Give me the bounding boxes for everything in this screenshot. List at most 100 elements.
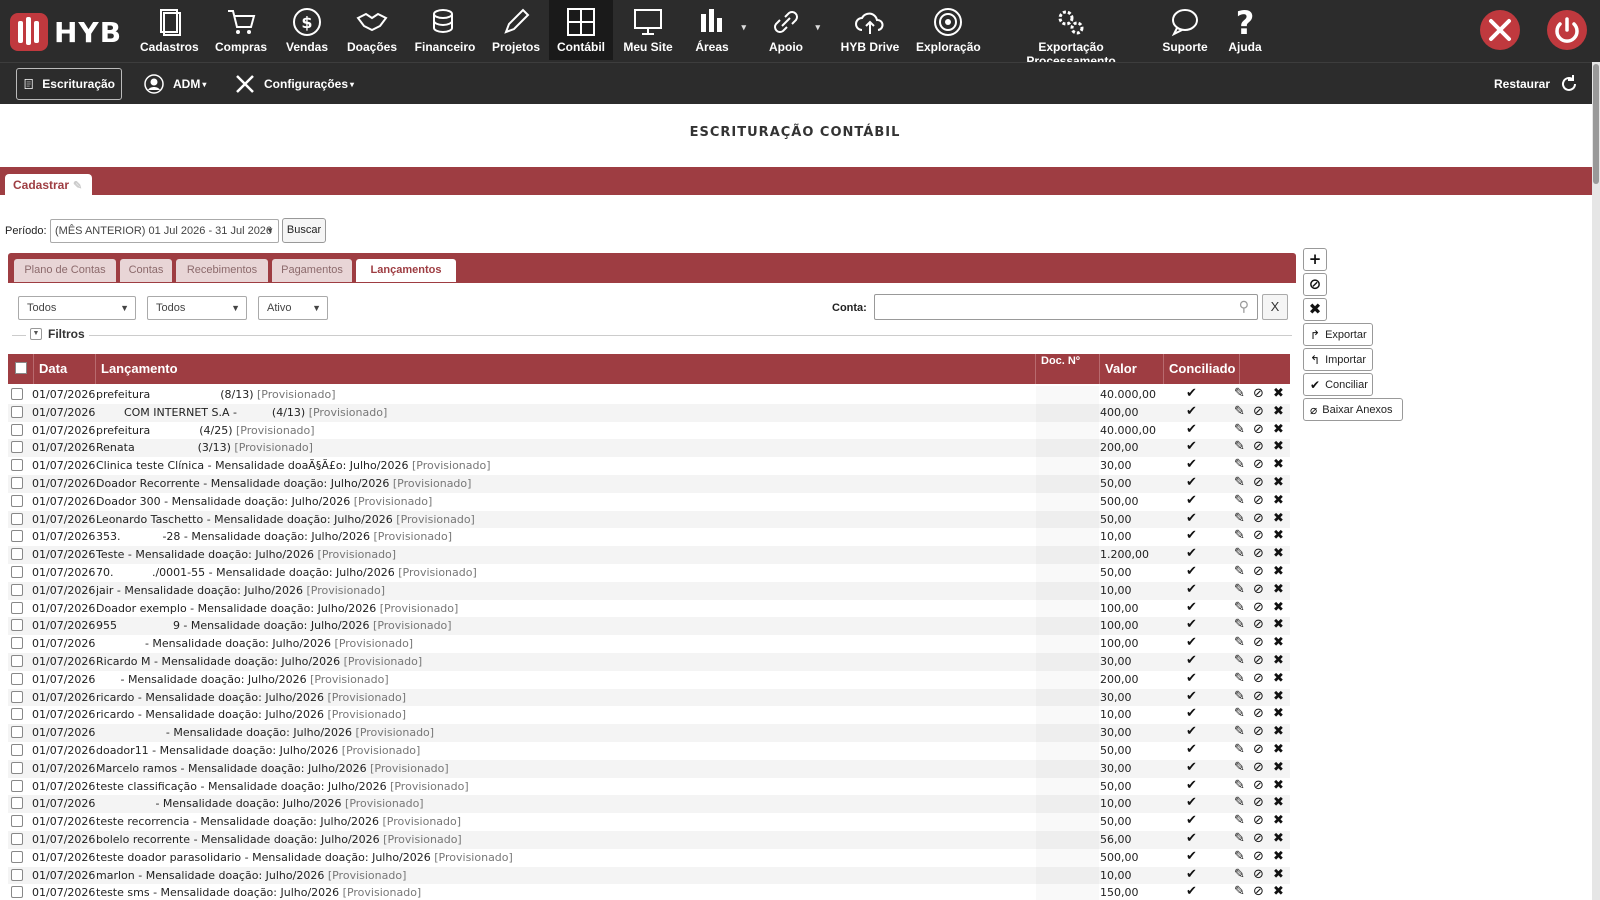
block-icon[interactable]: ⊘	[1253, 511, 1264, 526]
tab-lancamentos[interactable]: Lançamentos	[356, 259, 456, 282]
delete-icon[interactable]: ✖	[1273, 546, 1284, 561]
nav-projetos[interactable]: Projetos	[490, 0, 542, 60]
row-checkbox[interactable]	[11, 619, 23, 632]
delete-icon[interactable]: ✖	[1273, 724, 1284, 739]
tab-cadastrar[interactable]: Cadastrar ✎	[5, 174, 92, 196]
row-checkbox[interactable]	[11, 441, 23, 454]
table-row[interactable]: 01/07/2026 - Mensalidade doação: Julho/2…	[8, 635, 1290, 653]
nav-suporte[interactable]: Suporte	[1160, 0, 1210, 60]
th-doc[interactable]: Doc. Nº	[1036, 354, 1100, 384]
delete-icon[interactable]: ✖	[1273, 671, 1284, 686]
edit-icon[interactable]: ✎	[1234, 600, 1245, 615]
search-icon[interactable]: ⚲	[1239, 299, 1249, 315]
block-icon[interactable]: ⊘	[1253, 404, 1264, 419]
table-row[interactable]: 01/07/2026 Ricardo M - Mensalidade doação…	[8, 653, 1290, 671]
restaurar-button[interactable]: Restaurar	[1494, 68, 1580, 100]
edit-icon[interactable]: ✎	[1234, 475, 1245, 490]
block-icon[interactable]: ⊘	[1253, 813, 1264, 828]
edit-icon[interactable]: ✎	[1234, 653, 1245, 668]
table-row[interactable]: 01/07/2026 Teste - Mensalidade doação: Ju…	[8, 546, 1290, 564]
delete-icon[interactable]: ✖	[1273, 778, 1284, 793]
edit-icon[interactable]: ✎	[1234, 689, 1245, 704]
nav-contabil[interactable]: Contábil	[549, 0, 613, 60]
edit-icon[interactable]: ✎	[1234, 439, 1245, 454]
block-icon[interactable]: ⊘	[1253, 849, 1264, 864]
block-icon[interactable]: ⊘	[1253, 760, 1264, 775]
edit-icon[interactable]: ✎	[1234, 493, 1245, 508]
edit-icon[interactable]: ✎	[1234, 635, 1245, 650]
tab-contas[interactable]: Contas	[120, 259, 172, 282]
nav-hyb-drive[interactable]: HYB Drive	[838, 0, 902, 60]
table-row[interactable]: 01/07/2026 70. ./0001-55 - Mensalidade do…	[8, 564, 1290, 582]
delete-icon[interactable]: ✖	[1273, 884, 1284, 899]
delete-icon[interactable]: ✖	[1273, 600, 1284, 615]
block-icon[interactable]: ⊘	[1253, 653, 1264, 668]
row-checkbox[interactable]	[11, 815, 23, 828]
row-checkbox[interactable]	[11, 690, 23, 703]
row-checkbox[interactable]	[11, 548, 23, 561]
table-row[interactable]: 01/07/2026 Renata (3/13) [Provisionado] 20…	[8, 439, 1290, 458]
edit-icon[interactable]: ✎	[1234, 404, 1245, 419]
delete-icon[interactable]: ✖	[1273, 849, 1284, 864]
delete-icon[interactable]: ✖	[1273, 706, 1284, 721]
baixar-anexos-button[interactable]: ⌀ Baixar Anexos	[1303, 398, 1403, 421]
block-icon[interactable]: ⊘	[1253, 546, 1264, 561]
table-row[interactable]: 01/07/2026 ricardo - Mensalidade doação: …	[8, 688, 1290, 707]
delete-icon[interactable]: ✖	[1273, 867, 1284, 882]
edit-icon[interactable]: ✎	[1234, 849, 1245, 864]
th-lancamento[interactable]: Lançamento	[96, 354, 1036, 384]
table-row[interactable]: 01/07/2026 Clinica teste Clínica - Mensal…	[8, 457, 1290, 475]
row-checkbox[interactable]	[11, 868, 23, 881]
exportar-button[interactable]: ↱ Exportar	[1303, 323, 1373, 346]
table-row[interactable]: 01/07/2026 teste classificação - Mensalid…	[8, 778, 1290, 796]
row-checkbox[interactable]	[11, 779, 23, 792]
block-icon[interactable]: ⊘	[1253, 475, 1264, 490]
nav-financeiro[interactable]: Financeiro	[414, 0, 476, 60]
table-row[interactable]: 01/07/2026 jair - Mensalidade doação: Jul…	[8, 581, 1290, 600]
delete-icon[interactable]: ✖	[1273, 386, 1284, 401]
block-button[interactable]: ⊘	[1303, 273, 1327, 296]
nav-meu-site[interactable]: Meu Site	[620, 0, 676, 60]
delete-icon[interactable]: ✖	[1273, 564, 1284, 579]
table-row[interactable]: 01/07/2026 COM INTERNET S.A - (4/13) [Pr…	[8, 403, 1290, 422]
block-icon[interactable]: ⊘	[1253, 742, 1264, 757]
delete-icon[interactable]: ✖	[1273, 795, 1284, 810]
conciliar-button[interactable]: ✔ Conciliar	[1303, 373, 1373, 396]
table-row[interactable]: 01/07/2026 teste recorrencia - Mensalidad…	[8, 813, 1290, 831]
row-checkbox[interactable]	[11, 850, 23, 863]
hyb-logo[interactable]: HYB	[10, 10, 122, 54]
table-row[interactable]: 01/07/2026 Leonardo Taschetto - Mensalida…	[8, 510, 1290, 529]
table-row[interactable]: 01/07/2026 ricardo - Mensalidade doação: …	[8, 706, 1290, 724]
nav-exploracao[interactable]: Exploração	[916, 0, 981, 60]
row-checkbox[interactable]	[11, 726, 23, 739]
block-icon[interactable]: ⊘	[1253, 778, 1264, 793]
adm-menu[interactable]: ADM ▾	[143, 68, 206, 100]
block-icon[interactable]: ⊘	[1253, 422, 1264, 437]
block-icon[interactable]: ⊘	[1253, 795, 1264, 810]
block-icon[interactable]: ⊘	[1253, 867, 1264, 882]
edit-icon[interactable]: ✎	[1234, 546, 1245, 561]
row-checkbox[interactable]	[11, 637, 23, 650]
nav-cadastros[interactable]: Cadastros	[140, 0, 199, 60]
block-icon[interactable]: ⊘	[1253, 617, 1264, 632]
row-checkbox[interactable]	[11, 708, 23, 721]
block-icon[interactable]: ⊘	[1253, 831, 1264, 846]
row-checkbox[interactable]	[11, 886, 23, 899]
edit-icon[interactable]: ✎	[1234, 582, 1245, 597]
tab-pagamentos[interactable]: Pagamentos	[272, 259, 352, 282]
row-checkbox[interactable]	[11, 494, 23, 507]
conta-clear-button[interactable]: X	[1262, 294, 1288, 320]
table-row[interactable]: 01/07/2026 Doador exemplo - Mensalidade d…	[8, 600, 1290, 618]
table-row[interactable]: 01/07/2026 Doador Recorrente - Mensalidad…	[8, 475, 1290, 493]
row-checkbox[interactable]	[11, 655, 23, 667]
delete-icon[interactable]: ✖	[1273, 439, 1284, 454]
edit-icon[interactable]: ✎	[1234, 724, 1245, 739]
delete-icon[interactable]: ✖	[1273, 511, 1284, 526]
table-row[interactable]: 01/07/2026 prefeitura (4/25) [Provisionad…	[8, 422, 1290, 440]
row-checkbox[interactable]	[11, 388, 23, 400]
edit-icon[interactable]: ✎	[1234, 778, 1245, 793]
edit-icon[interactable]: ✎	[1234, 867, 1245, 882]
block-icon[interactable]: ⊘	[1253, 564, 1264, 579]
edit-icon[interactable]: ✎	[1234, 617, 1245, 632]
edit-icon[interactable]: ✎	[1234, 884, 1245, 899]
